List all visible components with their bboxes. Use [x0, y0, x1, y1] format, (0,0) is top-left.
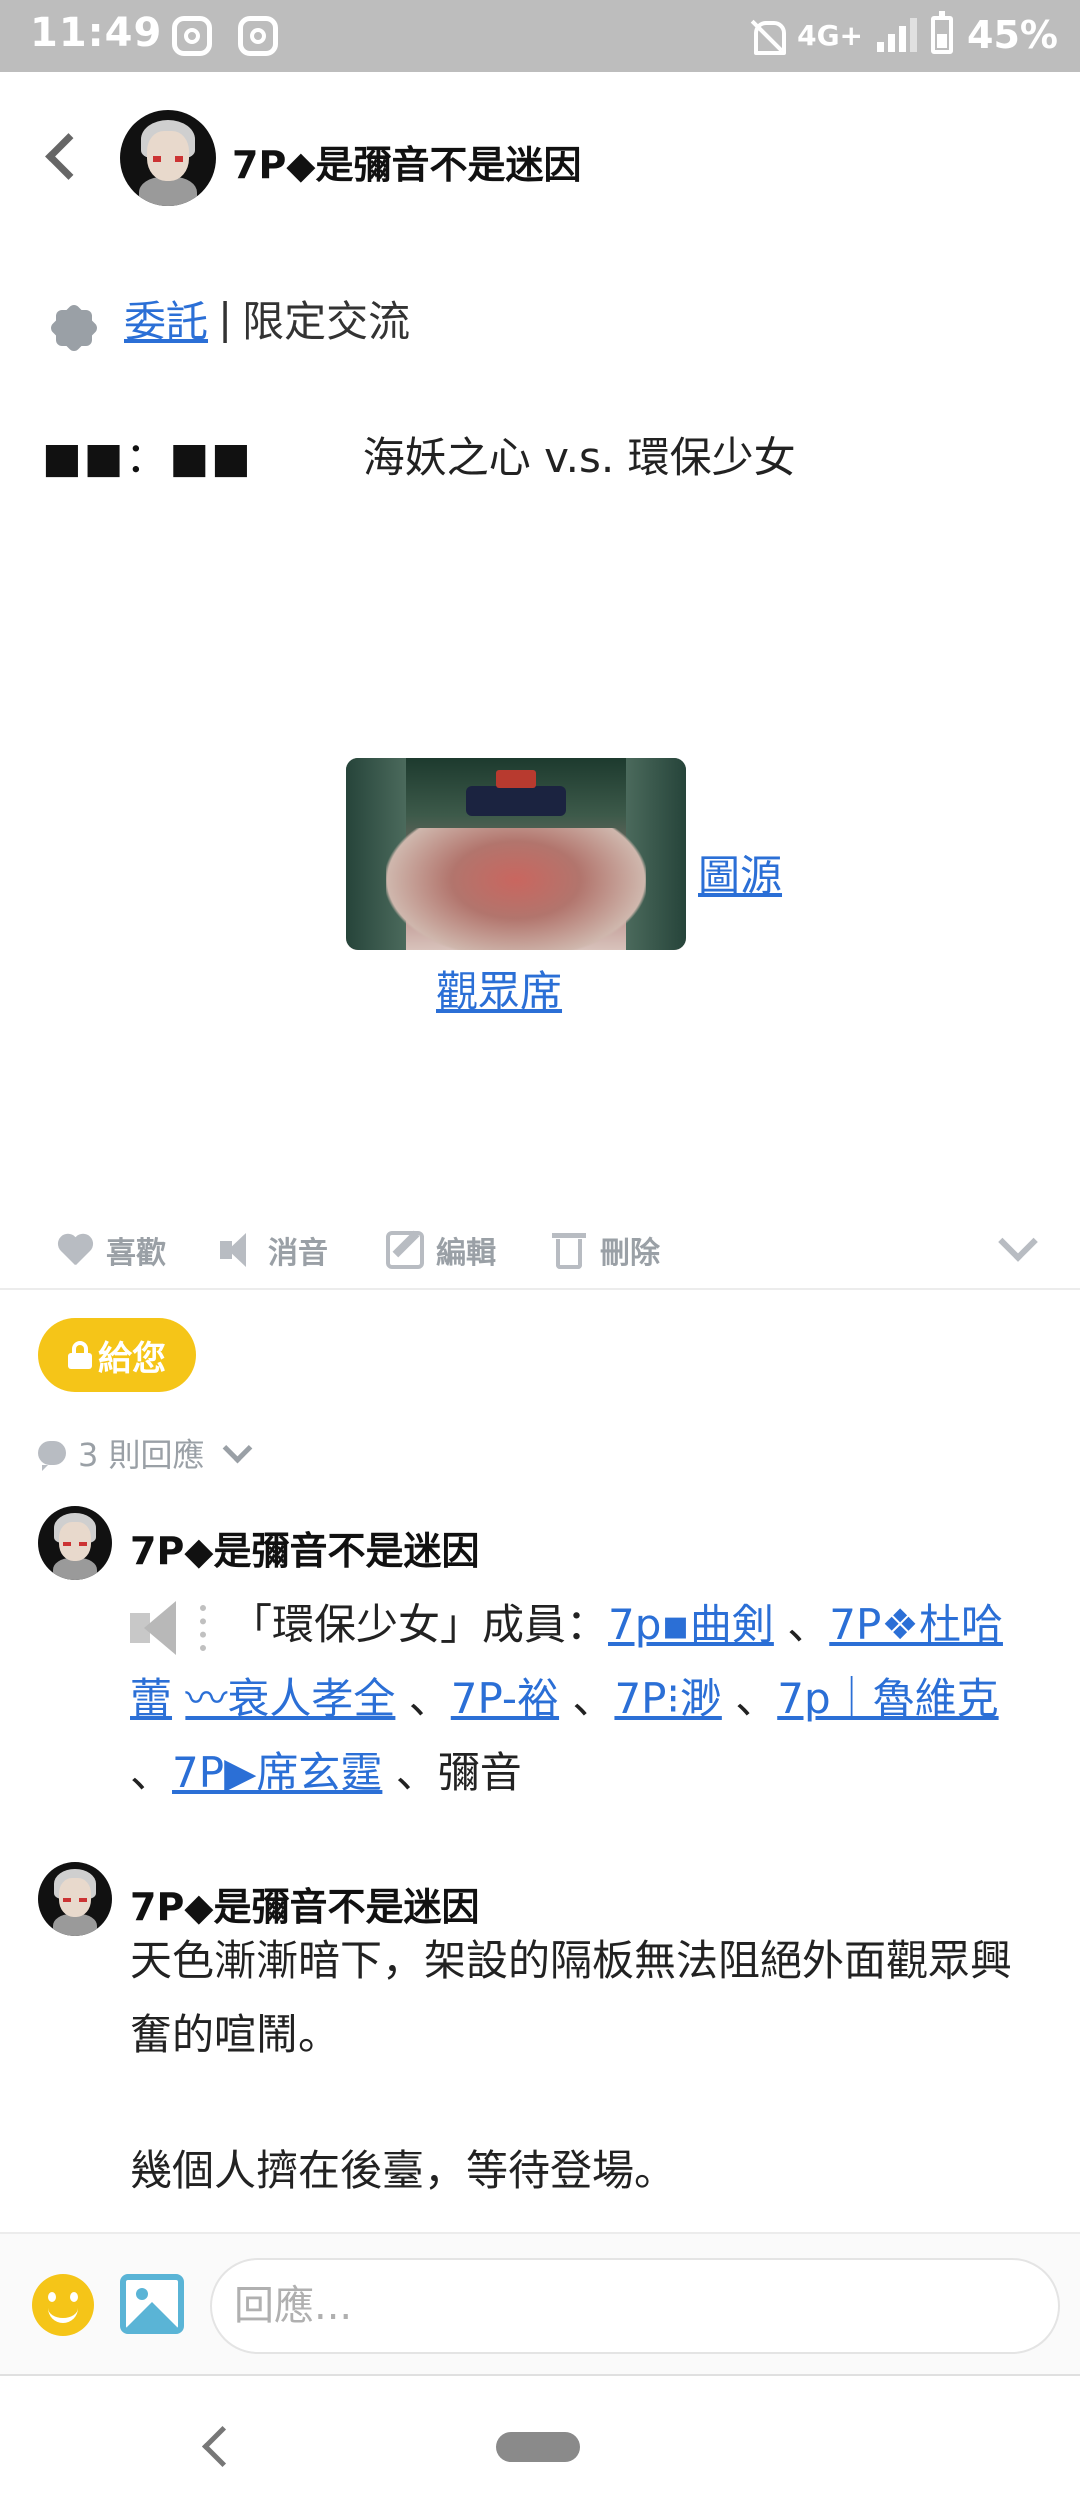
instagram-icon — [238, 16, 278, 56]
speaker-icon — [218, 1231, 256, 1269]
match-line: ■■：■■ 海妖之心 v.s. 環保少女 — [42, 424, 796, 485]
chat-header: 7P◆是彌音不是迷因 — [0, 72, 1080, 242]
tag-text: 限定交流 — [242, 296, 411, 346]
image-caption-link[interactable]: 觀眾席 — [436, 958, 562, 1019]
comment-paragraph: 天色漸漸暗下，架設的隔板無法阻絕外面觀眾興奮的喧鬧。 — [130, 1936, 1013, 2059]
back-button[interactable] — [38, 130, 88, 180]
image-icon[interactable] — [120, 2274, 184, 2334]
comment-text: 「環保少女」成員：7p▪曲剣 、7P❖杜哈蕾 〰衰人孝全 、7P-裕 、7P⁝渺… — [130, 1588, 1030, 1810]
comment-icon — [38, 1441, 66, 1471]
post-actions: 喜歡 消音 編輯 刪除 — [0, 1210, 1080, 1288]
lock-icon — [68, 1341, 92, 1369]
delete-label: 刪除 — [600, 1236, 660, 1271]
megaphone-icon — [130, 1599, 210, 1657]
member-link[interactable]: 7p｜魯維克 — [777, 1674, 998, 1723]
edit-icon — [386, 1231, 424, 1269]
network-type: 4G+ — [797, 18, 864, 52]
heart-icon — [56, 1231, 94, 1269]
back-icon[interactable] — [196, 2422, 236, 2472]
reply-count-label: 3 則回應 — [78, 1436, 205, 1474]
edit-label: 編輯 — [436, 1236, 496, 1271]
mute-label: 消音 — [268, 1236, 328, 1271]
trash-icon — [550, 1231, 588, 1269]
divider — [0, 1288, 1080, 1290]
status-bar: 11:49 4G+ 45% — [0, 0, 1080, 72]
post-tagline: 委託 | 限定交流 — [48, 282, 410, 354]
reply-bar — [0, 2232, 1080, 2376]
separator: 、 — [408, 1674, 451, 1723]
commission-link[interactable]: 委託 — [124, 288, 208, 349]
member-link[interactable]: 7P⁝渺 — [614, 1674, 721, 1723]
redacted-text: ■■：■■ — [42, 433, 253, 482]
post-image[interactable] — [346, 758, 686, 950]
member-link[interactable]: 7P▶席玄霆 — [172, 1748, 382, 1797]
reply-count-toggle[interactable]: 3 則回應 — [38, 1430, 251, 1476]
chevron-down-icon[interactable] — [996, 1228, 1036, 1268]
status-time: 11:49 — [30, 10, 163, 56]
member-link[interactable]: 7P-裕 — [451, 1674, 559, 1723]
notifications-off-icon — [749, 17, 787, 55]
delete-button[interactable]: 刪除 — [550, 1228, 660, 1272]
status-right: 4G+ 45% — [749, 10, 1058, 60]
battery-percent: 45% — [967, 13, 1058, 57]
page-title: 7P◆是彌音不是迷因 — [232, 143, 582, 187]
chevron-down-icon — [221, 1438, 251, 1468]
separator: 、 — [787, 1600, 830, 1649]
comment-author[interactable]: 7P◆是彌音不是迷因 — [130, 1876, 480, 1931]
home-handle[interactable] — [496, 2432, 580, 2462]
mute-button[interactable]: 消音 — [218, 1228, 328, 1272]
comment-paragraph: 幾個人擠在後臺，等待登場。 — [130, 2146, 677, 2195]
image-source-link[interactable]: 圖源 — [698, 842, 782, 903]
avatar[interactable] — [120, 110, 216, 206]
comment-author[interactable]: 7P◆是彌音不是迷因 — [130, 1520, 480, 1575]
member-link[interactable]: 〰衰人孝全 — [185, 1674, 395, 1723]
member-name: 彌音 — [437, 1748, 522, 1797]
separator: 、 — [735, 1674, 778, 1723]
member-intro: 「環保少女」成員： — [230, 1600, 609, 1649]
comment-text: 天色漸漸暗下，架設的隔板無法阻絕外面觀眾興奮的喧鬧。 幾個人擠在後臺，等待登場。 — [130, 1924, 1030, 2208]
like-label: 喜歡 — [106, 1236, 166, 1271]
system-nav-bar — [0, 2376, 1080, 2520]
like-button[interactable]: 喜歡 — [56, 1228, 166, 1272]
edit-button[interactable]: 編輯 — [386, 1228, 496, 1272]
signal-icon — [877, 18, 918, 52]
arena-image[interactable] — [346, 758, 686, 950]
match-title: 海妖之心 v.s. 環保少女 — [362, 433, 796, 482]
reply-input[interactable] — [210, 2258, 1060, 2354]
tag-separator: | — [218, 293, 233, 343]
avatar[interactable] — [38, 1862, 112, 1936]
avatar[interactable] — [38, 1506, 112, 1580]
separator: 、 — [395, 1748, 438, 1797]
emoji-icon[interactable] — [32, 2274, 94, 2336]
separator: 、 — [572, 1674, 615, 1723]
instagram-icon — [172, 16, 212, 56]
separator: 、 — [130, 1748, 173, 1797]
badge-icon — [48, 302, 100, 354]
for-you-badge[interactable]: 給您 — [38, 1318, 196, 1392]
badge-label: 給您 — [98, 1338, 166, 1379]
member-link[interactable]: 7p▪曲剣 — [608, 1600, 774, 1649]
battery-icon — [931, 11, 954, 54]
